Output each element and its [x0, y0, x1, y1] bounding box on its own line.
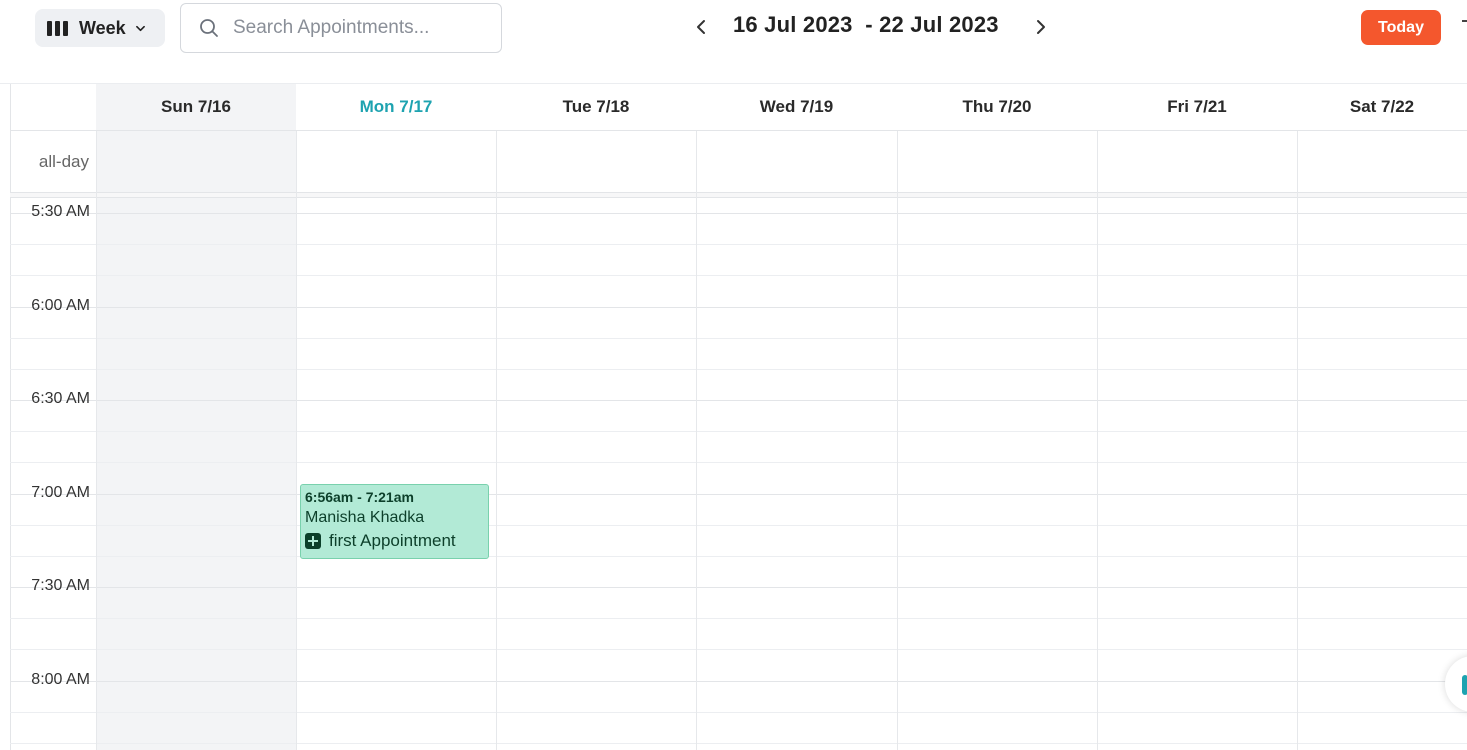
date-range-title: 16 Jul 2023 - 22 Jul 2023 [733, 12, 999, 37]
previous-week-button[interactable] [691, 15, 711, 39]
day-column-divider [296, 131, 297, 750]
time-label: 5:30 AM [31, 203, 90, 220]
all-day-label: all-day [38, 152, 89, 171]
today-button[interactable]: Today [1361, 10, 1441, 45]
event-title: first Appointment [329, 531, 456, 550]
event-time: 6:56am - 7:21am [305, 489, 414, 505]
day-column-divider [897, 131, 898, 750]
view-selector-label: Week [79, 17, 126, 38]
next-week-button[interactable] [1031, 15, 1051, 39]
toolbar-edge-mark [1462, 20, 1467, 22]
day-column-divider [96, 131, 97, 750]
day-header-6[interactable]: Fri 7/21 [1097, 84, 1297, 131]
time-slot-line [10, 244, 1467, 245]
day-header-7[interactable]: Sat 7/22 [1297, 84, 1467, 131]
chevron-right-icon [1037, 20, 1045, 34]
event-title-row: first Appointment [305, 531, 484, 551]
search-icon [200, 19, 218, 37]
time-slot-line [10, 494, 1467, 495]
time-slot-line [10, 618, 1467, 619]
day-header-3[interactable]: Tue 7/18 [496, 84, 696, 131]
time-slot-line [10, 275, 1467, 276]
time-slot-line [10, 369, 1467, 370]
time-slot-line [10, 649, 1467, 650]
day-header-5[interactable]: Thu 7/20 [897, 84, 1097, 131]
day-column-divider [496, 131, 497, 750]
time-slot-line [10, 400, 1467, 401]
day-header-4[interactable]: Wed 7/19 [696, 84, 897, 131]
all-day-row [10, 131, 1467, 193]
time-slot-line [10, 712, 1467, 713]
day-column-divider [696, 131, 697, 750]
sunday-column-background [96, 131, 296, 750]
week-calendar-grid: all-day Sun 7/16 Mon 7/17 Tue 7/18 Wed 7/19… [10, 84, 1467, 750]
day-column-divider [1297, 131, 1298, 750]
time-label: 8:00 AM [31, 671, 90, 688]
time-slot-line [10, 338, 1467, 339]
time-label: 6:30 AM [31, 390, 90, 407]
time-slot-line [10, 431, 1467, 432]
search-box [180, 3, 502, 53]
day-header-2[interactable]: Mon 7/17 [296, 84, 496, 131]
fab-icon [1462, 675, 1467, 695]
chevron-left-icon [697, 20, 705, 34]
time-label: 6:00 AM [31, 297, 90, 314]
time-slot-line [10, 743, 1467, 744]
time-label: 7:30 AM [31, 577, 90, 594]
time-slot-line [10, 587, 1467, 588]
columns-icon [47, 20, 68, 36]
time-slot-line [10, 307, 1467, 308]
time-slot-line [10, 556, 1467, 557]
calendar-toolbar: Week 16 Jul 2023 - 22 Jul 2023 Today [0, 0, 1467, 84]
event-client-name: Manisha Khadka [305, 509, 425, 526]
time-slot-line [10, 213, 1467, 214]
header-corner [10, 84, 96, 131]
all-day-divider [10, 193, 1467, 198]
chevron-down-icon [135, 25, 145, 31]
appointment-event[interactable]: 6:56am - 7:21am Manisha Khadka first App… [300, 484, 489, 559]
medical-plus-icon [305, 533, 321, 549]
time-slot-line [10, 525, 1467, 526]
search-input[interactable] [231, 16, 475, 40]
time-slot-line [10, 462, 1467, 463]
day-column-divider [1097, 131, 1098, 750]
view-selector-button[interactable]: Week [35, 9, 165, 47]
time-label: 7:00 AM [31, 484, 90, 501]
time-slot-line [10, 681, 1467, 682]
day-header-1[interactable]: Sun 7/16 [96, 84, 296, 131]
